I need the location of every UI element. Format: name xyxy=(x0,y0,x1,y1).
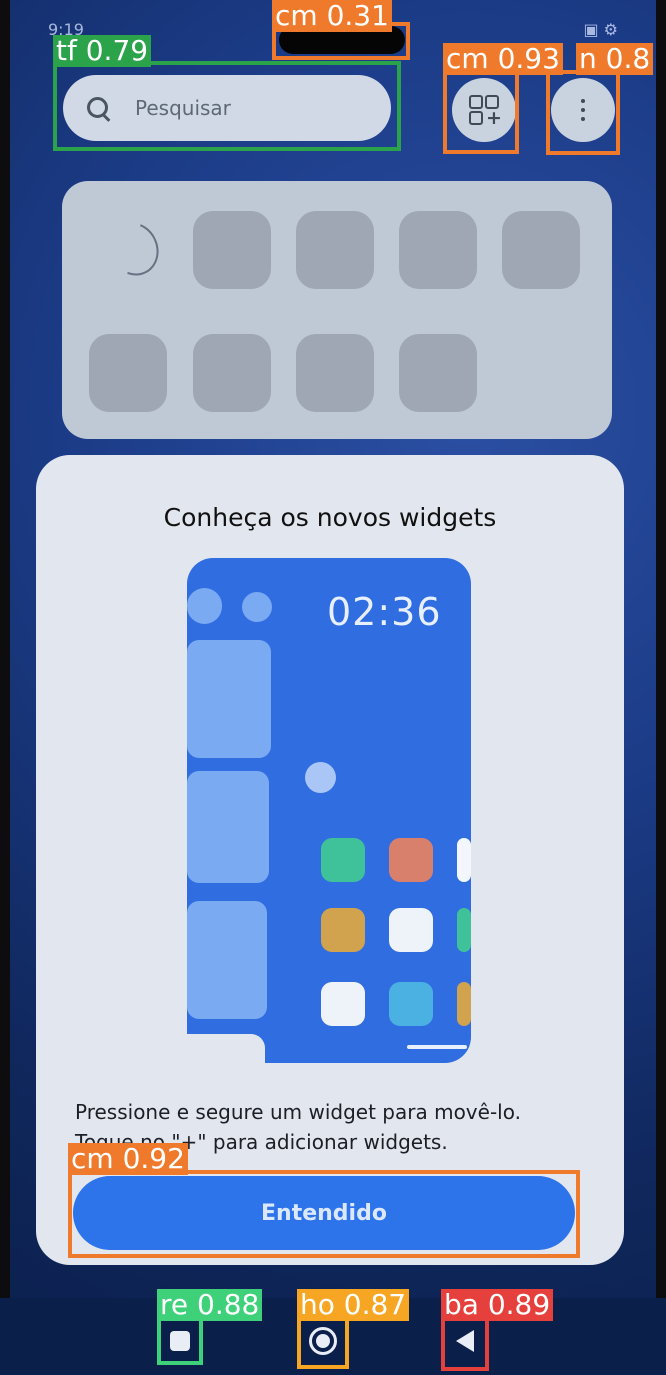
illustration-widget xyxy=(187,901,267,1019)
app-slot[interactable] xyxy=(193,211,271,289)
illustration-app xyxy=(457,838,471,882)
dialog-message-line: Pressione e segure um widget para movê-l… xyxy=(75,1100,521,1124)
illustration-dot xyxy=(305,762,336,793)
detection-label: cm 0.31 xyxy=(272,0,392,32)
illustration-app xyxy=(389,908,433,952)
illustration-app xyxy=(389,982,433,1026)
illustration-clock: 02:36 xyxy=(327,590,442,634)
detection-box xyxy=(157,1315,203,1365)
illustration-widget xyxy=(242,592,272,622)
app-slot[interactable] xyxy=(296,334,374,412)
detection-box xyxy=(53,61,401,151)
detection-label: cm 0.92 xyxy=(68,1143,188,1175)
illustration-widget xyxy=(187,771,269,883)
detection-label: n 0.8 xyxy=(576,43,654,75)
app-slot[interactable] xyxy=(502,211,580,289)
detection-box xyxy=(297,1315,349,1369)
illustration-widget xyxy=(187,588,222,624)
illustration-home-indicator xyxy=(407,1045,467,1049)
detection-box xyxy=(441,1315,489,1371)
app-slot[interactable] xyxy=(89,334,167,412)
illustration-app xyxy=(389,838,433,882)
status-icons: ▣ ⚙ xyxy=(583,19,618,39)
detection-box xyxy=(546,70,620,155)
illustration-app xyxy=(321,838,365,882)
illustration-app xyxy=(457,982,471,1026)
dialog-title: Conheça os novos widgets xyxy=(163,503,497,532)
detection-label: ho 0.87 xyxy=(297,1289,410,1321)
app-slot[interactable] xyxy=(193,334,271,412)
detection-label: cm 0.93 xyxy=(443,43,563,75)
app-slot[interactable] xyxy=(399,211,477,289)
illustration-app xyxy=(321,982,365,1026)
app-slot[interactable] xyxy=(399,334,477,412)
detection-label: re 0.88 xyxy=(157,1289,263,1321)
illustration-cutout xyxy=(187,1034,265,1063)
illustration-widget xyxy=(187,640,271,758)
illustration-app xyxy=(457,908,471,952)
app-slot[interactable] xyxy=(296,211,374,289)
widgets-illustration: 02:36 xyxy=(187,558,471,1063)
detection-box xyxy=(443,70,519,154)
detection-label: ba 0.89 xyxy=(441,1289,554,1321)
illustration-app xyxy=(321,908,365,952)
detection-label: tf 0.79 xyxy=(53,35,152,67)
detection-box xyxy=(68,1170,580,1258)
